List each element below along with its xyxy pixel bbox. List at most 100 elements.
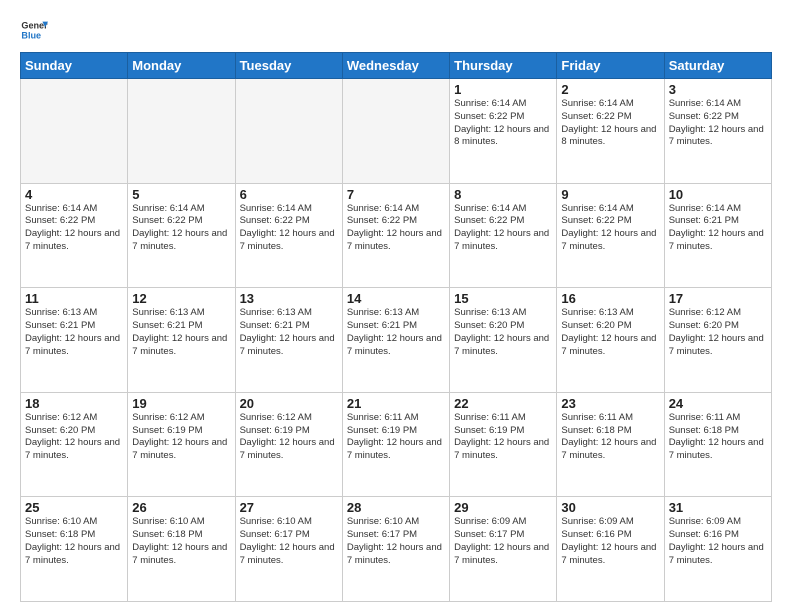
calendar-cell: 18Sunrise: 6:12 AMSunset: 6:20 PMDayligh… (21, 392, 128, 497)
col-header-thursday: Thursday (450, 53, 557, 79)
day-info: Sunrise: 6:10 AMSunset: 6:17 PMDaylight:… (347, 516, 445, 567)
day-info: Sunrise: 6:14 AMSunset: 6:22 PMDaylight:… (561, 203, 659, 254)
day-info: Sunrise: 6:14 AMSunset: 6:22 PMDaylight:… (240, 203, 338, 254)
day-number: 26 (132, 500, 230, 515)
calendar-cell: 19Sunrise: 6:12 AMSunset: 6:19 PMDayligh… (128, 392, 235, 497)
day-info: Sunrise: 6:12 AMSunset: 6:20 PMDaylight:… (669, 307, 767, 358)
day-info: Sunrise: 6:14 AMSunset: 6:22 PMDaylight:… (132, 203, 230, 254)
day-info: Sunrise: 6:11 AMSunset: 6:19 PMDaylight:… (347, 412, 445, 463)
week-row-4: 18Sunrise: 6:12 AMSunset: 6:20 PMDayligh… (21, 392, 772, 497)
day-number: 31 (669, 500, 767, 515)
day-info: Sunrise: 6:12 AMSunset: 6:20 PMDaylight:… (25, 412, 123, 463)
day-number: 25 (25, 500, 123, 515)
day-info: Sunrise: 6:13 AMSunset: 6:21 PMDaylight:… (347, 307, 445, 358)
col-header-monday: Monday (128, 53, 235, 79)
col-header-wednesday: Wednesday (342, 53, 449, 79)
day-number: 21 (347, 396, 445, 411)
day-number: 12 (132, 291, 230, 306)
col-header-sunday: Sunday (21, 53, 128, 79)
calendar-cell: 1Sunrise: 6:14 AMSunset: 6:22 PMDaylight… (450, 79, 557, 184)
calendar-cell: 9Sunrise: 6:14 AMSunset: 6:22 PMDaylight… (557, 183, 664, 288)
day-number: 6 (240, 187, 338, 202)
calendar-cell: 29Sunrise: 6:09 AMSunset: 6:17 PMDayligh… (450, 497, 557, 602)
day-info: Sunrise: 6:10 AMSunset: 6:17 PMDaylight:… (240, 516, 338, 567)
col-header-saturday: Saturday (664, 53, 771, 79)
calendar-cell: 7Sunrise: 6:14 AMSunset: 6:22 PMDaylight… (342, 183, 449, 288)
day-number: 17 (669, 291, 767, 306)
day-number: 28 (347, 500, 445, 515)
day-info: Sunrise: 6:14 AMSunset: 6:22 PMDaylight:… (454, 203, 552, 254)
day-number: 16 (561, 291, 659, 306)
day-info: Sunrise: 6:12 AMSunset: 6:19 PMDaylight:… (240, 412, 338, 463)
day-info: Sunrise: 6:13 AMSunset: 6:21 PMDaylight:… (132, 307, 230, 358)
day-number: 19 (132, 396, 230, 411)
day-info: Sunrise: 6:09 AMSunset: 6:17 PMDaylight:… (454, 516, 552, 567)
day-info: Sunrise: 6:13 AMSunset: 6:20 PMDaylight:… (561, 307, 659, 358)
day-number: 30 (561, 500, 659, 515)
day-number: 29 (454, 500, 552, 515)
day-number: 24 (669, 396, 767, 411)
calendar-table: SundayMondayTuesdayWednesdayThursdayFrid… (20, 52, 772, 602)
week-row-2: 4Sunrise: 6:14 AMSunset: 6:22 PMDaylight… (21, 183, 772, 288)
day-info: Sunrise: 6:14 AMSunset: 6:22 PMDaylight:… (669, 98, 767, 149)
day-info: Sunrise: 6:11 AMSunset: 6:18 PMDaylight:… (561, 412, 659, 463)
calendar-cell: 17Sunrise: 6:12 AMSunset: 6:20 PMDayligh… (664, 288, 771, 393)
calendar-cell: 30Sunrise: 6:09 AMSunset: 6:16 PMDayligh… (557, 497, 664, 602)
calendar-cell (21, 79, 128, 184)
day-number: 27 (240, 500, 338, 515)
day-info: Sunrise: 6:13 AMSunset: 6:21 PMDaylight:… (240, 307, 338, 358)
day-number: 4 (25, 187, 123, 202)
day-number: 5 (132, 187, 230, 202)
day-number: 20 (240, 396, 338, 411)
calendar-cell (128, 79, 235, 184)
day-number: 15 (454, 291, 552, 306)
calendar-cell: 3Sunrise: 6:14 AMSunset: 6:22 PMDaylight… (664, 79, 771, 184)
day-number: 8 (454, 187, 552, 202)
calendar-cell: 4Sunrise: 6:14 AMSunset: 6:22 PMDaylight… (21, 183, 128, 288)
day-info: Sunrise: 6:09 AMSunset: 6:16 PMDaylight:… (561, 516, 659, 567)
day-info: Sunrise: 6:12 AMSunset: 6:19 PMDaylight:… (132, 412, 230, 463)
day-number: 11 (25, 291, 123, 306)
svg-text:Blue: Blue (21, 30, 41, 40)
day-info: Sunrise: 6:14 AMSunset: 6:22 PMDaylight:… (25, 203, 123, 254)
day-info: Sunrise: 6:11 AMSunset: 6:19 PMDaylight:… (454, 412, 552, 463)
day-info: Sunrise: 6:14 AMSunset: 6:22 PMDaylight:… (347, 203, 445, 254)
day-number: 3 (669, 82, 767, 97)
header: General Blue (20, 16, 772, 44)
calendar-cell: 12Sunrise: 6:13 AMSunset: 6:21 PMDayligh… (128, 288, 235, 393)
day-info: Sunrise: 6:14 AMSunset: 6:21 PMDaylight:… (669, 203, 767, 254)
day-number: 1 (454, 82, 552, 97)
calendar-cell: 25Sunrise: 6:10 AMSunset: 6:18 PMDayligh… (21, 497, 128, 602)
logo: General Blue (20, 16, 48, 44)
day-info: Sunrise: 6:10 AMSunset: 6:18 PMDaylight:… (132, 516, 230, 567)
day-info: Sunrise: 6:09 AMSunset: 6:16 PMDaylight:… (669, 516, 767, 567)
page: General Blue SundayMondayTuesdayWednesda… (0, 0, 792, 612)
calendar-cell: 24Sunrise: 6:11 AMSunset: 6:18 PMDayligh… (664, 392, 771, 497)
calendar-cell: 26Sunrise: 6:10 AMSunset: 6:18 PMDayligh… (128, 497, 235, 602)
calendar-cell: 11Sunrise: 6:13 AMSunset: 6:21 PMDayligh… (21, 288, 128, 393)
calendar-cell: 22Sunrise: 6:11 AMSunset: 6:19 PMDayligh… (450, 392, 557, 497)
day-info: Sunrise: 6:14 AMSunset: 6:22 PMDaylight:… (561, 98, 659, 149)
week-row-1: 1Sunrise: 6:14 AMSunset: 6:22 PMDaylight… (21, 79, 772, 184)
calendar-cell: 23Sunrise: 6:11 AMSunset: 6:18 PMDayligh… (557, 392, 664, 497)
calendar-cell: 8Sunrise: 6:14 AMSunset: 6:22 PMDaylight… (450, 183, 557, 288)
calendar-cell: 5Sunrise: 6:14 AMSunset: 6:22 PMDaylight… (128, 183, 235, 288)
week-row-5: 25 Sunrise: 6:10 AMSunset: 6:18 PMDayligh… (21, 497, 772, 602)
week-row-3: 11Sunrise: 6:13 AMSunset: 6:21 PMDayligh… (21, 288, 772, 393)
calendar-cell: 14Sunrise: 6:13 AMSunset: 6:21 PMDayligh… (342, 288, 449, 393)
day-info: Sunrise: 6:13 AMSunset: 6:20 PMDaylight:… (454, 307, 552, 358)
day-info: Sunrise: 6:13 AMSunset: 6:21 PMDaylight:… (25, 307, 123, 358)
calendar-cell: 13Sunrise: 6:13 AMSunset: 6:21 PMDayligh… (235, 288, 342, 393)
day-number: 10 (669, 187, 767, 202)
calendar-cell (342, 79, 449, 184)
calendar-cell: 2Sunrise: 6:14 AMSunset: 6:22 PMDaylight… (557, 79, 664, 184)
col-header-tuesday: Tuesday (235, 53, 342, 79)
day-number: 2 (561, 82, 659, 97)
calendar-cell (235, 79, 342, 184)
general-blue-logo-icon: General Blue (20, 16, 48, 44)
day-number: 23 (561, 396, 659, 411)
day-info: Sunrise: 6:14 AMSunset: 6:22 PMDaylight:… (454, 98, 552, 149)
calendar-cell: 16Sunrise: 6:13 AMSunset: 6:20 PMDayligh… (557, 288, 664, 393)
day-number: 9 (561, 187, 659, 202)
calendar-cell: 6Sunrise: 6:14 AMSunset: 6:22 PMDaylight… (235, 183, 342, 288)
